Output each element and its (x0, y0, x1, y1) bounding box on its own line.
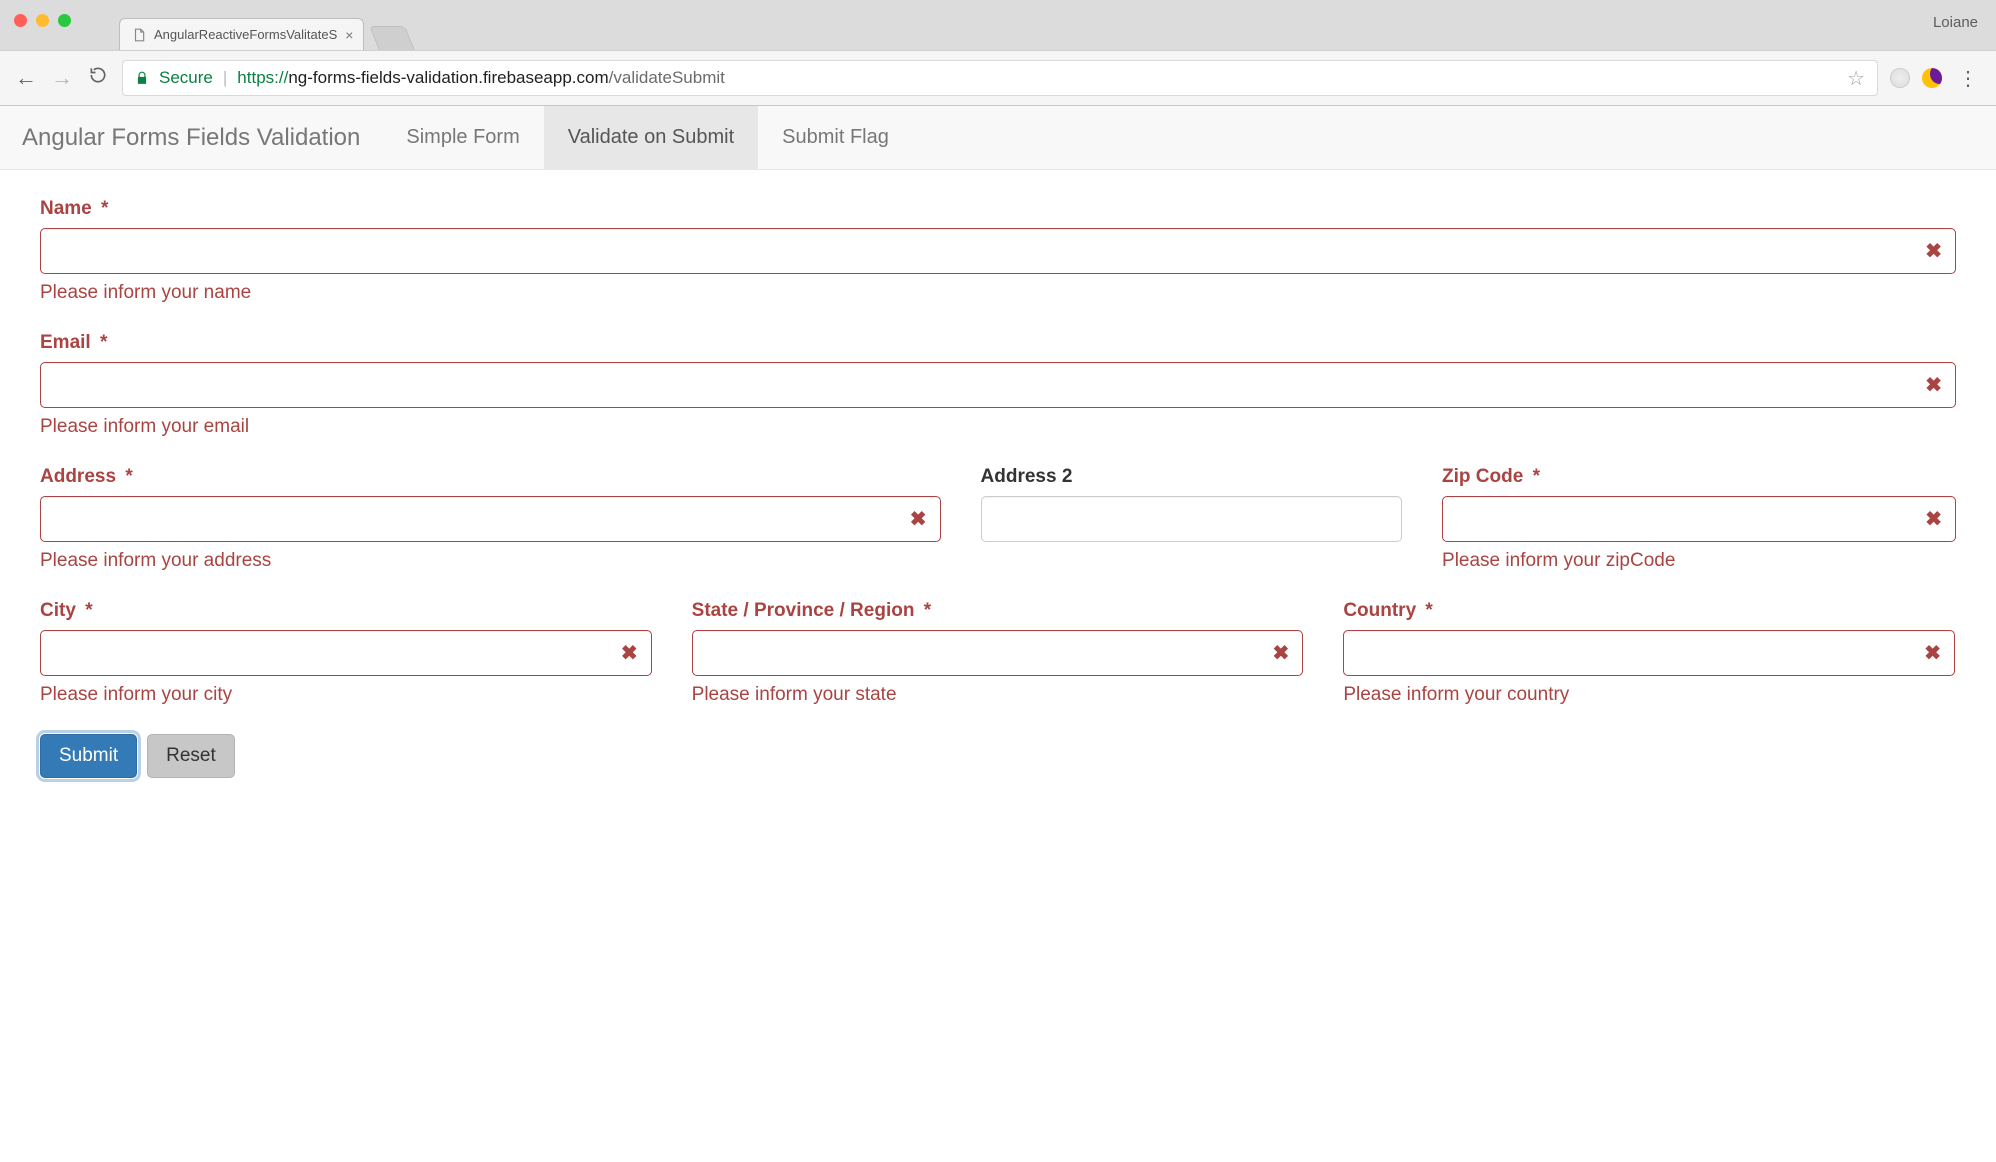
tab-close-icon[interactable]: × (345, 28, 353, 42)
error-msg-zip: Please inform your zipCode (1442, 550, 1956, 572)
app-navbar: Angular Forms Fields Validation Simple F… (0, 106, 1996, 170)
label-city: City * (40, 600, 652, 622)
button-row: Submit Reset (40, 734, 1956, 778)
browser-menu-icon[interactable]: ⋮ (1954, 66, 1982, 91)
form-group-state: State / Province / Region * ✖ Please inf… (692, 600, 1304, 706)
form-group-name: Name * ✖ Please inform your name (40, 198, 1956, 304)
error-x-icon: ✖ (1925, 373, 1942, 398)
nav-item-validate-on-submit[interactable]: Validate on Submit (544, 106, 758, 169)
required-star-icon: * (125, 466, 132, 487)
form-group-country: Country * ✖ Please inform your country (1343, 600, 1955, 706)
label-country: Country * (1343, 600, 1955, 622)
url-text: https://ng-forms-fields-validation.fireb… (237, 68, 725, 88)
required-star-icon: * (101, 198, 108, 219)
label-zip: Zip Code * (1442, 466, 1956, 488)
page-icon (132, 27, 146, 43)
form-group-email: Email * ✖ Please inform your email (40, 332, 1956, 438)
window-fullscreen-icon[interactable] (58, 14, 71, 27)
form-group-city: City * ✖ Please inform your city (40, 600, 652, 706)
input-state[interactable] (692, 630, 1304, 676)
input-zip[interactable] (1442, 496, 1956, 542)
browser-chrome: AngularReactiveFormsValitateS × Loiane ←… (0, 0, 1996, 106)
required-star-icon: * (924, 600, 931, 621)
address-bar[interactable]: Secure | https://ng-forms-fields-validat… (122, 60, 1878, 96)
extension-moon-icon[interactable] (1922, 68, 1942, 88)
nav-item-submit-flag[interactable]: Submit Flag (758, 106, 913, 169)
input-country[interactable] (1343, 630, 1955, 676)
submit-button[interactable]: Submit (40, 734, 137, 778)
label-state: State / Province / Region * (692, 600, 1304, 622)
required-star-icon: * (1425, 600, 1432, 621)
window-close-icon[interactable] (14, 14, 27, 27)
error-x-icon: ✖ (1924, 641, 1941, 666)
extension-icon[interactable] (1890, 68, 1910, 88)
label-email: Email * (40, 332, 1956, 354)
error-msg-city: Please inform your city (40, 684, 652, 706)
navbar-brand[interactable]: Angular Forms Fields Validation (0, 106, 382, 169)
new-tab-button[interactable] (370, 26, 416, 50)
lock-icon (135, 70, 149, 86)
form-group-address2: Address 2 (981, 466, 1403, 572)
reset-button[interactable]: Reset (147, 734, 235, 778)
back-button[interactable]: ← (14, 65, 38, 91)
input-address[interactable] (40, 496, 941, 542)
error-x-icon: ✖ (1925, 507, 1942, 532)
nav-item-simple-form[interactable]: Simple Form (382, 106, 543, 169)
required-star-icon: * (1533, 466, 1540, 487)
required-star-icon: * (100, 332, 107, 353)
secure-label: Secure (159, 68, 213, 88)
browser-tab-title: AngularReactiveFormsValitateS (154, 27, 337, 42)
input-name[interactable] (40, 228, 1956, 274)
error-msg-state: Please inform your state (692, 684, 1304, 706)
browser-profile-name[interactable]: Loiane (1933, 14, 1978, 31)
error-msg-address: Please inform your address (40, 550, 941, 572)
window-minimize-icon[interactable] (36, 14, 49, 27)
input-city[interactable] (40, 630, 652, 676)
label-address2: Address 2 (981, 466, 1403, 488)
browser-tab[interactable]: AngularReactiveFormsValitateS × (119, 18, 364, 50)
error-x-icon: ✖ (621, 641, 638, 666)
bookmark-star-icon[interactable]: ☆ (1847, 66, 1865, 91)
input-email[interactable] (40, 362, 1956, 408)
error-x-icon: ✖ (1273, 641, 1290, 666)
error-msg-email: Please inform your email (40, 416, 1956, 438)
error-x-icon: ✖ (910, 507, 927, 532)
form-page: Name * ✖ Please inform your name Email *… (0, 170, 1996, 806)
input-address2[interactable] (981, 496, 1403, 542)
browser-titlebar: AngularReactiveFormsValitateS × Loiane (0, 0, 1996, 50)
error-msg-country: Please inform your country (1343, 684, 1955, 706)
browser-toolbar: ← → Secure | https://ng-forms-fields-val… (0, 50, 1996, 105)
form-group-address: Address * ✖ Please inform your address (40, 466, 941, 572)
form-group-zip: Zip Code * ✖ Please inform your zipCode (1442, 466, 1956, 572)
error-x-icon: ✖ (1925, 239, 1942, 264)
window-controls (14, 14, 71, 27)
forward-button: → (50, 65, 74, 91)
required-star-icon: * (85, 600, 92, 621)
error-msg-name: Please inform your name (40, 282, 1956, 304)
label-address: Address * (40, 466, 941, 488)
label-name: Name * (40, 198, 1956, 220)
reload-button[interactable] (86, 65, 110, 91)
